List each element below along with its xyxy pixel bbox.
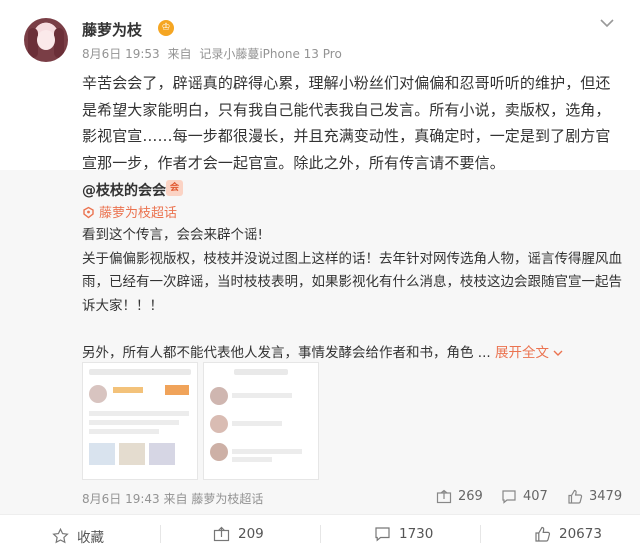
- thumbs-up-icon: [535, 526, 551, 542]
- comment-icon: [502, 490, 516, 504]
- post-device: 记录小藤蔓iPhone 13 Pro: [199, 47, 342, 61]
- repost-text: 看到这个传言，会会来辟个谣! 关于偏偏影视版权，枝枝并没说过图上这样的话！去年针…: [82, 224, 632, 365]
- expand-link[interactable]: 展开全文: [495, 345, 563, 361]
- repost-comment-count: 407: [523, 489, 548, 504]
- post-date[interactable]: 8月6日 19:53: [82, 47, 160, 61]
- repost-date[interactable]: 8月6日 19:43: [82, 492, 160, 506]
- chevron-down-icon: [553, 350, 563, 356]
- like-count: 20673: [559, 526, 602, 542]
- like-button[interactable]: 20673: [534, 526, 602, 542]
- share-icon: [436, 489, 452, 504]
- repost-author[interactable]: @枝枝的会会: [82, 180, 166, 200]
- repost-comment-button[interactable]: 407: [501, 489, 548, 504]
- repost-from-label: 来自: [163, 492, 188, 506]
- divider: [320, 525, 321, 543]
- expand-label: 展开全文: [494, 344, 549, 361]
- topic-icon: [82, 206, 95, 223]
- repost-like-count: 3479: [589, 489, 623, 504]
- favorite-label: 收藏: [77, 530, 104, 546]
- repost-meta: 8月6日 19:43 来自 藤萝为枝超话: [82, 490, 263, 507]
- post-from-label: 来自: [167, 47, 192, 61]
- favorite-button[interactable]: 收藏: [52, 526, 104, 546]
- thumbs-up-icon: [568, 489, 583, 504]
- comment-button[interactable]: 1730: [374, 526, 433, 542]
- comment-icon: [375, 527, 390, 542]
- chevron-down-icon[interactable]: [598, 16, 616, 30]
- repost-like-button[interactable]: 3479: [567, 489, 622, 504]
- repost-topic-link[interactable]: 藤萝为枝超话: [82, 202, 177, 223]
- post-text: 辛苦会会了，辟谣真的辟得心累，理解小粉丝们对偏偏和忍哥听听的维护，但还是希望大家…: [82, 74, 611, 172]
- repost-share-button[interactable]: 269: [436, 489, 483, 504]
- star-icon: [52, 528, 69, 544]
- repost-count: 209: [238, 526, 264, 542]
- post-meta: 8月6日 19:53 来自 记录小藤蔓iPhone 13 Pro: [82, 45, 342, 62]
- repost-button[interactable]: 209: [213, 526, 264, 542]
- divider: [480, 525, 481, 543]
- repost-image-2[interactable]: [203, 362, 319, 480]
- repost-topic-label: 藤萝为枝超话: [99, 206, 178, 221]
- repost-line-1: 看到这个传言，会会来辟个谣!: [82, 227, 263, 243]
- avatar[interactable]: [24, 18, 68, 62]
- repost-line-3-text: 另外，所有人都不能代表他人发言，事情发酵会给作者和书，角色 ...: [82, 344, 491, 361]
- repost-line-2: 关于偏偏影视版权，枝枝并没说过图上这样的话！去年针对网传选角人物，谣言传得腥风血…: [82, 250, 622, 314]
- post-header: 藤萝为枝 ♔ 8月6日 19:53 来自 记录小藤蔓iPhone 13 Pro: [0, 0, 640, 66]
- repost-share-count: 269: [458, 489, 483, 504]
- comment-count: 1730: [399, 526, 434, 542]
- share-icon: [213, 526, 230, 542]
- repost-image-1[interactable]: [82, 362, 198, 480]
- vip-badge-icon: ♔: [158, 20, 174, 36]
- divider: [160, 525, 161, 543]
- repost-badge-icon: 会: [166, 180, 183, 196]
- repost-source[interactable]: 藤萝为枝超话: [191, 492, 263, 506]
- author-name[interactable]: 藤萝为枝: [82, 19, 142, 40]
